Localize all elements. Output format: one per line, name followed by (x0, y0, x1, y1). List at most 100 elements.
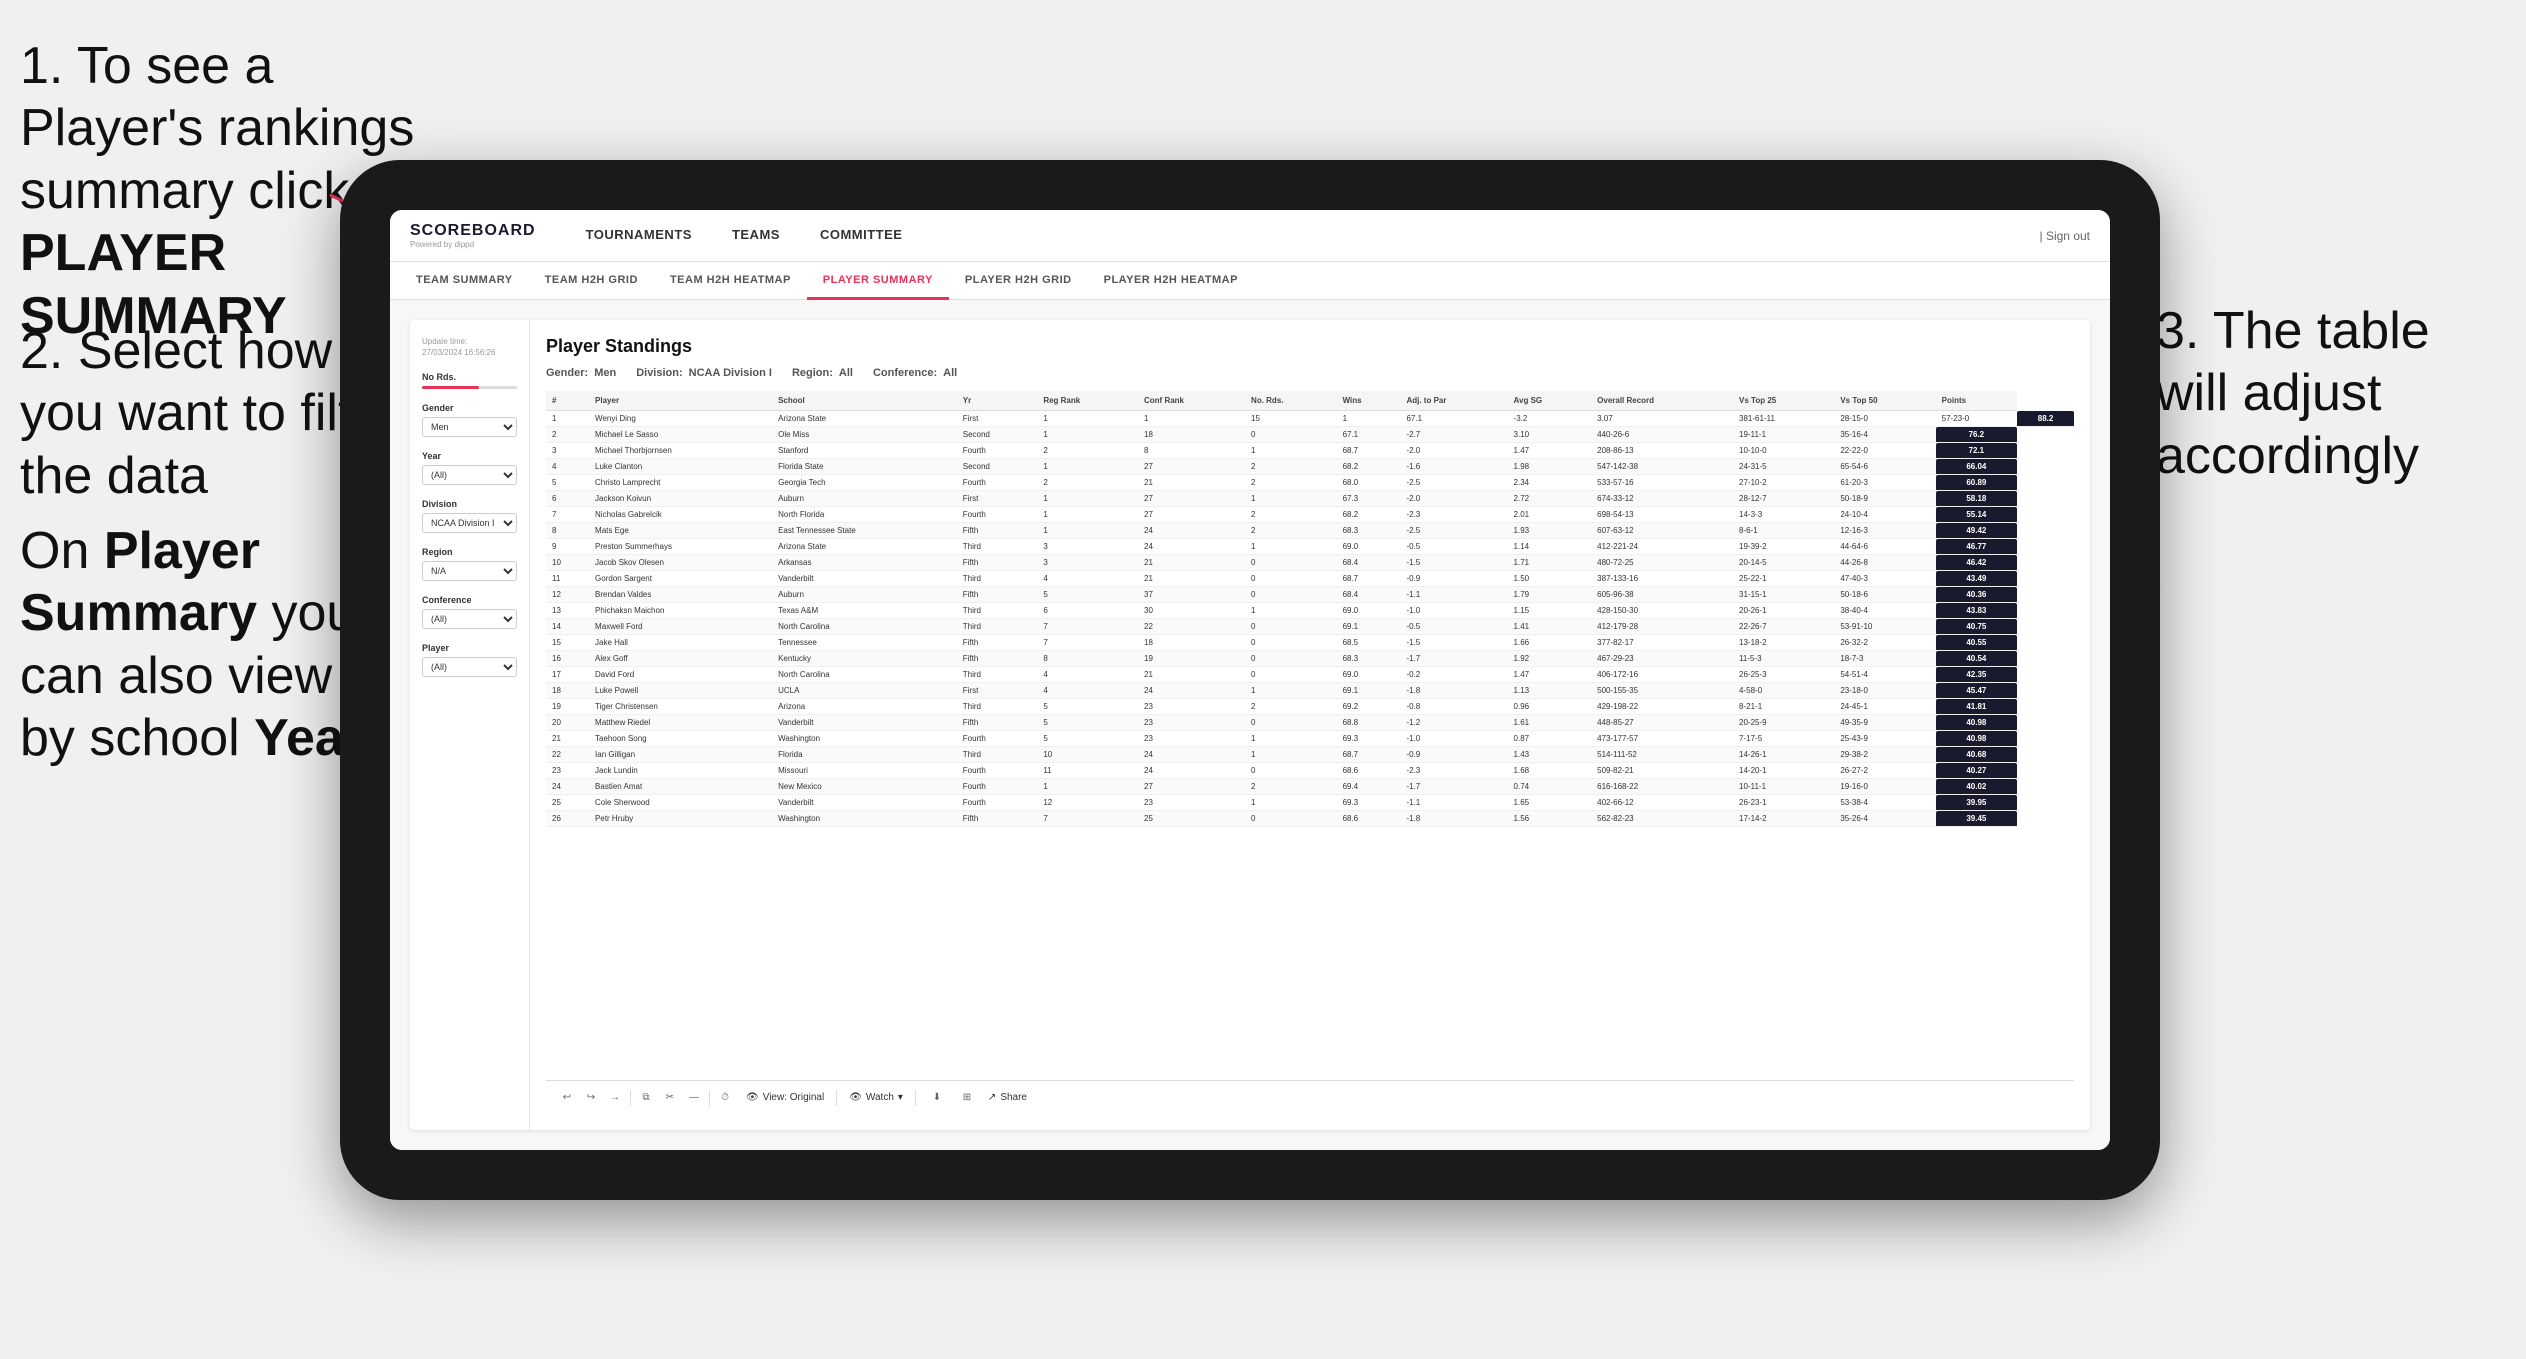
table-cell: Michael Le Sasso (589, 427, 772, 443)
table-cell: 1 (1037, 523, 1138, 539)
table-cell: 68.3 (1337, 523, 1401, 539)
division-select[interactable]: NCAA Division I NCAA Division II NCAA Di… (422, 513, 517, 533)
table-cell: -2.3 (1400, 507, 1507, 523)
table-cell: Matthew Riedel (589, 715, 772, 731)
undo-icon[interactable]: ↩ (558, 1089, 576, 1107)
table-row[interactable]: 4Luke ClantonFlorida StateSecond127268.2… (546, 459, 2074, 475)
table-row[interactable]: 14Maxwell FordNorth CarolinaThird722069.… (546, 619, 2074, 635)
tab-player-h2h-grid[interactable]: PLAYER H2H GRID (949, 262, 1088, 300)
table-row[interactable]: 17David FordNorth CarolinaThird421069.0-… (546, 667, 2074, 683)
table-row[interactable]: 15Jake HallTennesseeFifth718068.5-1.51.6… (546, 635, 2074, 651)
table-cell: 54-51-4 (1834, 667, 1935, 683)
toolbar-sep-1 (630, 1090, 631, 1106)
table-cell: 1 (1138, 411, 1245, 427)
table-row[interactable]: 1Wenyi DingArizona StateFirst1115167.1-3… (546, 411, 2074, 427)
table-cell: 68.4 (1337, 555, 1401, 571)
table-row[interactable]: 18Luke PowellUCLAFirst424169.1-1.81.1350… (546, 683, 2074, 699)
table-cell: 20-25-9 (1733, 715, 1834, 731)
tab-team-h2h-heatmap[interactable]: TEAM H2H HEATMAP (654, 262, 807, 300)
region-filter-label: Region (422, 547, 517, 557)
table-scroll[interactable]: # Player School Yr Reg Rank Conf Rank No… (546, 391, 2074, 1080)
table-cell: 18-7-3 (1834, 651, 1935, 667)
nav-right: | Sign out (2040, 229, 2090, 243)
table-row[interactable]: 13Phichaksn MaichonTexas A&MThird630169.… (546, 603, 2074, 619)
table-row[interactable]: 10Jacob Skov OlesenArkansasFifth321068.4… (546, 555, 2074, 571)
gender-select[interactable]: Men Women (422, 417, 517, 437)
table-cell: 0 (1245, 619, 1337, 635)
table-row[interactable]: 6Jackson KoivunAuburnFirst127167.3-2.02.… (546, 491, 2074, 507)
sign-out-link[interactable]: | Sign out (2040, 229, 2090, 243)
no-rds-slider[interactable] (422, 386, 517, 389)
clock-icon[interactable]: ⏱ (716, 1089, 734, 1107)
table-row[interactable]: 5Christo LamprechtGeorgia TechFourth2212… (546, 475, 2074, 491)
table-row[interactable]: 2Michael Le SassoOle MissSecond118067.1-… (546, 427, 2074, 443)
tab-player-h2h-heatmap[interactable]: PLAYER H2H HEATMAP (1088, 262, 1254, 300)
copy-icon[interactable]: ⧉ (637, 1089, 655, 1107)
table-row[interactable]: 11Gordon SargentVanderbiltThird421068.7-… (546, 571, 2074, 587)
tab-player-summary[interactable]: PLAYER SUMMARY (807, 262, 949, 300)
cut-icon[interactable]: ✂ (661, 1089, 679, 1107)
col-overall: Overall Record (1591, 391, 1733, 411)
nav-committee[interactable]: COMMITTEE (800, 210, 923, 262)
content-card: Update time: 27/03/2024 16:56:26 No Rds. (410, 320, 2090, 1130)
table-row[interactable]: 22Ian GilliganFloridaThird1024168.7-0.91… (546, 747, 2074, 763)
table-row[interactable]: 12Brendan ValdesAuburnFifth537068.4-1.11… (546, 587, 2074, 603)
table-row[interactable]: 7Nicholas GabrelcikNorth FloridaFourth12… (546, 507, 2074, 523)
table-cell: 50-18-6 (1834, 587, 1935, 603)
table-cell: 1.15 (1508, 603, 1592, 619)
table-row[interactable]: 25Cole SherwoodVanderbiltFourth1223169.3… (546, 795, 2074, 811)
table-cell: 3 (1037, 555, 1138, 571)
table-cell: First (957, 411, 1038, 427)
nav-teams[interactable]: TEAMS (712, 210, 800, 262)
table-cell: 15 (546, 635, 589, 651)
table-cell: -0.9 (1400, 571, 1507, 587)
table-cell: Brendan Valdes (589, 587, 772, 603)
region-select[interactable]: N/A All East West (422, 561, 517, 581)
table-cell: Fourth (957, 763, 1038, 779)
conference-select[interactable]: (All) ACC SEC Big Ten (422, 609, 517, 629)
table-cell: 7 (1037, 635, 1138, 651)
year-select[interactable]: (All) First Second Third Fourth Fifth (422, 465, 517, 485)
table-cell: Jackson Koivun (589, 491, 772, 507)
redo-icon[interactable]: ↪ (582, 1089, 600, 1107)
table-icon[interactable]: ⊞ (958, 1089, 976, 1107)
table-cell: 69.4 (1337, 779, 1401, 795)
table-cell: 2.72 (1508, 491, 1592, 507)
table-cell: 13-18-2 (1733, 635, 1834, 651)
no-rds-label: No Rds. (422, 372, 517, 382)
table-row[interactable]: 8Mats EgeEast Tennessee StateFifth124268… (546, 523, 2074, 539)
share-text[interactable]: Share (1000, 1092, 1027, 1103)
table-cell: 58.18 (1936, 491, 2017, 507)
table-row[interactable]: 23Jack LundinMissouriFourth1124068.6-2.3… (546, 763, 2074, 779)
table-row[interactable]: 16Alex GoffKentuckyFifth819068.3-1.71.92… (546, 651, 2074, 667)
view-text[interactable]: View: Original (763, 1092, 825, 1103)
player-select[interactable]: (All) (422, 657, 517, 677)
table-row[interactable]: 3Michael ThorbjornsenStanfordFourth28168… (546, 443, 2074, 459)
table-cell: 67.3 (1337, 491, 1401, 507)
table-cell: 0 (1245, 555, 1337, 571)
table-cell: 547-142-38 (1591, 459, 1733, 475)
table-cell: 10 (1037, 747, 1138, 763)
table-row[interactable]: 26Petr HrubyWashingtonFifth725068.6-1.81… (546, 811, 2074, 827)
table-cell: 4 (1037, 683, 1138, 699)
table-cell: 24 (546, 779, 589, 795)
nav-tournaments[interactable]: TOURNAMENTS (566, 210, 712, 262)
table-cell: -0.2 (1400, 667, 1507, 683)
table-cell: 1 (1037, 459, 1138, 475)
table-cell: 26 (546, 811, 589, 827)
download-icon[interactable]: ⬇ (928, 1089, 946, 1107)
table-cell: 68.6 (1337, 811, 1401, 827)
dash-icon[interactable]: — (685, 1089, 703, 1107)
watch-text[interactable]: Watch (866, 1092, 894, 1103)
table-row[interactable]: 19Tiger ChristensenArizonaThird523269.2-… (546, 699, 2074, 715)
table-cell: 11 (1037, 763, 1138, 779)
table-row[interactable]: 20Matthew RiedelVanderbiltFifth523068.8-… (546, 715, 2074, 731)
table-row[interactable]: 21Taehoon SongWashingtonFourth523169.3-1… (546, 731, 2074, 747)
table-cell: -2.7 (1400, 427, 1507, 443)
table-cell: David Ford (589, 667, 772, 683)
tab-team-h2h-grid[interactable]: TEAM H2H GRID (529, 262, 654, 300)
tab-team-summary[interactable]: TEAM SUMMARY (400, 262, 529, 300)
table-row[interactable]: 24Bastien AmatNew MexicoFourth127269.4-1… (546, 779, 2074, 795)
forward-icon[interactable]: → (606, 1089, 624, 1107)
table-row[interactable]: 9Preston SummerhaysArizona StateThird324… (546, 539, 2074, 555)
